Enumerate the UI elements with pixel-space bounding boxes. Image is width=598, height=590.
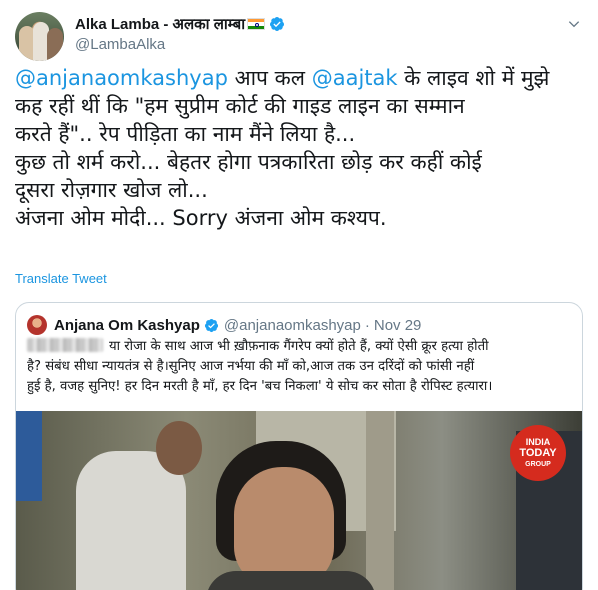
tweet-text-fragment: के लाइव शो में मुझे bbox=[397, 66, 550, 90]
tweet-text-line: कह रहीं थीं कि "हम सुप्रीम कोर्ट की गाइड… bbox=[15, 94, 465, 118]
author-name-row[interactable]: Alka Lamba - अलका लाम्बा bbox=[75, 14, 285, 34]
author-handle[interactable]: @LambaAlka bbox=[75, 36, 165, 53]
author-display-name[interactable]: Alka Lamba - अलका लाम्बा bbox=[75, 14, 245, 34]
tweet-text-fragment: आप कल bbox=[227, 66, 312, 90]
india-flag-icon bbox=[247, 18, 266, 30]
chevron-down-icon[interactable] bbox=[566, 16, 582, 32]
verified-badge-icon bbox=[270, 17, 285, 31]
blurred-name bbox=[27, 338, 103, 352]
quoted-text-line: हुई है, वजह सुनिए! हर दिन मरती है माँ, ह… bbox=[27, 379, 493, 394]
tweet-card: Alka Lamba - अलका लाम्बा @LambaAlka @anj… bbox=[0, 0, 598, 590]
quoted-text-line: है? संबंध सीधा न्यायतंत्र से है।सुनिए आज… bbox=[27, 359, 475, 374]
quoted-tweet[interactable]: Anjana Om Kashyap @anjanaomkashyap · Nov… bbox=[15, 302, 583, 590]
verified-badge-icon bbox=[204, 318, 218, 332]
mention-link[interactable]: @anjanaomkashyap bbox=[15, 66, 228, 90]
mention-link[interactable]: @aajtak bbox=[312, 66, 398, 90]
quoted-display-name[interactable]: Anjana Om Kashyap bbox=[54, 317, 200, 334]
india-today-logo: INDIA TODAY GROUP bbox=[510, 425, 566, 481]
quoted-text: या रोजा के साथ आज भी ख़ौफ़नाक गैंगरेप क्… bbox=[27, 337, 575, 397]
tweet-text-line: करते हैं".. रेप पीड़िता का नाम मैंने लिय… bbox=[15, 122, 356, 146]
avatar-figure bbox=[47, 28, 63, 61]
tweet-text-line: अंजना ओम मोदी... Sorry अंजना ओम कश्यप. bbox=[15, 206, 387, 230]
tweet-text-line: @anjanaomkashyap आप कल @aajtak के लाइव श… bbox=[15, 64, 585, 92]
tweet-text-line: दूसरा रोज़गार खोज लो... bbox=[15, 178, 208, 202]
quoted-author-row: Anjana Om Kashyap @anjanaomkashyap · Nov… bbox=[54, 316, 421, 334]
tweet-text: @anjanaomkashyap आप कल @aajtak के लाइव श… bbox=[15, 64, 585, 232]
tweet-text-line: कुछ तो शर्म करो... बेहतर होगा पत्रकारिता… bbox=[15, 150, 482, 174]
quoted-author-avatar[interactable] bbox=[27, 315, 47, 335]
translate-tweet-link[interactable]: Translate Tweet bbox=[15, 271, 107, 286]
separator-dot: · bbox=[364, 316, 370, 334]
quoted-handle[interactable]: @anjanaomkashyap bbox=[224, 317, 361, 334]
quoted-date[interactable]: Nov 29 bbox=[374, 317, 422, 334]
quoted-text-line: या रोजा के साथ आज भी ख़ौफ़नाक गैंगरेप क्… bbox=[27, 337, 575, 357]
quoted-video-thumbnail[interactable]: INDIA TODAY GROUP bbox=[16, 411, 582, 590]
quoted-text-fragment: या रोजा के साथ आज भी ख़ौफ़नाक गैंगरेप क्… bbox=[109, 339, 489, 354]
author-avatar[interactable] bbox=[15, 12, 64, 61]
